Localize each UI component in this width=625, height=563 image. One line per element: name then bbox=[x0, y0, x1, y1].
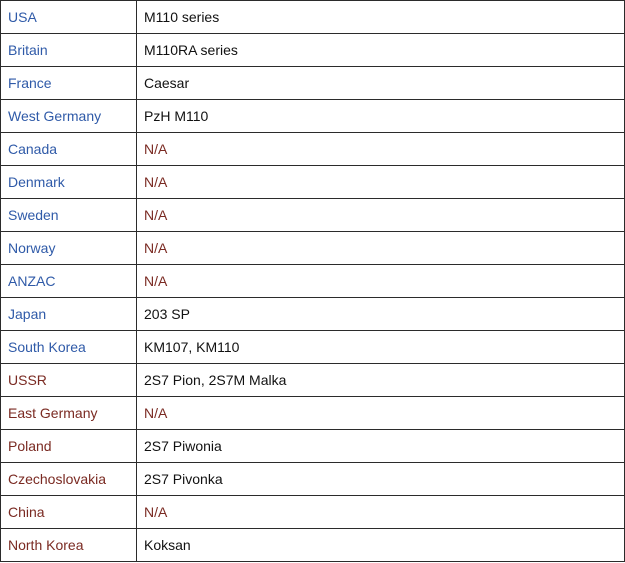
value-link[interactable]: N/A bbox=[136, 495, 625, 529]
table-row: East Germany N/A bbox=[0, 396, 625, 430]
value-cell: Caesar bbox=[136, 66, 625, 100]
value-cell: 2S7 Piwonia bbox=[136, 429, 625, 463]
country-link[interactable]: ANZAC bbox=[0, 264, 137, 298]
value-cell: 2S7 Pivonka bbox=[136, 462, 625, 496]
table-row: China N/A bbox=[0, 495, 625, 529]
table-row: Czechoslovakia 2S7 Pivonka bbox=[0, 462, 625, 496]
value-link[interactable]: N/A bbox=[136, 231, 625, 265]
value-link[interactable]: N/A bbox=[136, 264, 625, 298]
table-row: Norway N/A bbox=[0, 231, 625, 265]
table-row: Denmark N/A bbox=[0, 165, 625, 199]
value-link[interactable]: N/A bbox=[136, 165, 625, 199]
value-link[interactable]: N/A bbox=[136, 132, 625, 166]
table-row: Sweden N/A bbox=[0, 198, 625, 232]
value-cell: KM107, KM110 bbox=[136, 330, 625, 364]
table-row: Britain M110RA series bbox=[0, 33, 625, 67]
table-row: Poland 2S7 Piwonia bbox=[0, 429, 625, 463]
table-row: West Germany PzH M110 bbox=[0, 99, 625, 133]
table-row: Canada N/A bbox=[0, 132, 625, 166]
table-row: Japan 203 SP bbox=[0, 297, 625, 331]
value-link[interactable]: N/A bbox=[136, 198, 625, 232]
country-equipment-table: USA M110 series Britain M110RA series France… bbox=[0, 0, 625, 562]
country-link[interactable]: Poland bbox=[0, 429, 137, 463]
country-link[interactable]: East Germany bbox=[0, 396, 137, 430]
country-link[interactable]: Norway bbox=[0, 231, 137, 265]
country-link[interactable]: Britain bbox=[0, 33, 137, 67]
country-link[interactable]: Czechoslovakia bbox=[0, 462, 137, 496]
table-row: ANZAC N/A bbox=[0, 264, 625, 298]
table-row: USA M110 series bbox=[0, 0, 625, 34]
value-cell: PzH M110 bbox=[136, 99, 625, 133]
country-link[interactable]: Japan bbox=[0, 297, 137, 331]
value-cell: M110RA series bbox=[136, 33, 625, 67]
country-link[interactable]: Sweden bbox=[0, 198, 137, 232]
value-cell: 203 SP bbox=[136, 297, 625, 331]
value-link[interactable]: N/A bbox=[136, 396, 625, 430]
country-link[interactable]: France bbox=[0, 66, 137, 100]
table-row: France Caesar bbox=[0, 66, 625, 100]
country-link[interactable]: China bbox=[0, 495, 137, 529]
table-row: USSR 2S7 Pion, 2S7M Malka bbox=[0, 363, 625, 397]
value-cell: Koksan bbox=[136, 528, 625, 562]
country-link[interactable]: Canada bbox=[0, 132, 137, 166]
country-link[interactable]: North Korea bbox=[0, 528, 137, 562]
value-cell: M110 series bbox=[136, 0, 625, 34]
country-link[interactable]: South Korea bbox=[0, 330, 137, 364]
country-link[interactable]: USSR bbox=[0, 363, 137, 397]
country-link[interactable]: Denmark bbox=[0, 165, 137, 199]
value-cell: 2S7 Pion, 2S7M Malka bbox=[136, 363, 625, 397]
table-row: North Korea Koksan bbox=[0, 528, 625, 562]
table-row: South Korea KM107, KM110 bbox=[0, 330, 625, 364]
country-link[interactable]: West Germany bbox=[0, 99, 137, 133]
country-link[interactable]: USA bbox=[0, 0, 137, 34]
table-body: USA M110 series Britain M110RA series France… bbox=[0, 0, 625, 562]
table-container: USA M110 series Britain M110RA series France… bbox=[0, 0, 625, 563]
